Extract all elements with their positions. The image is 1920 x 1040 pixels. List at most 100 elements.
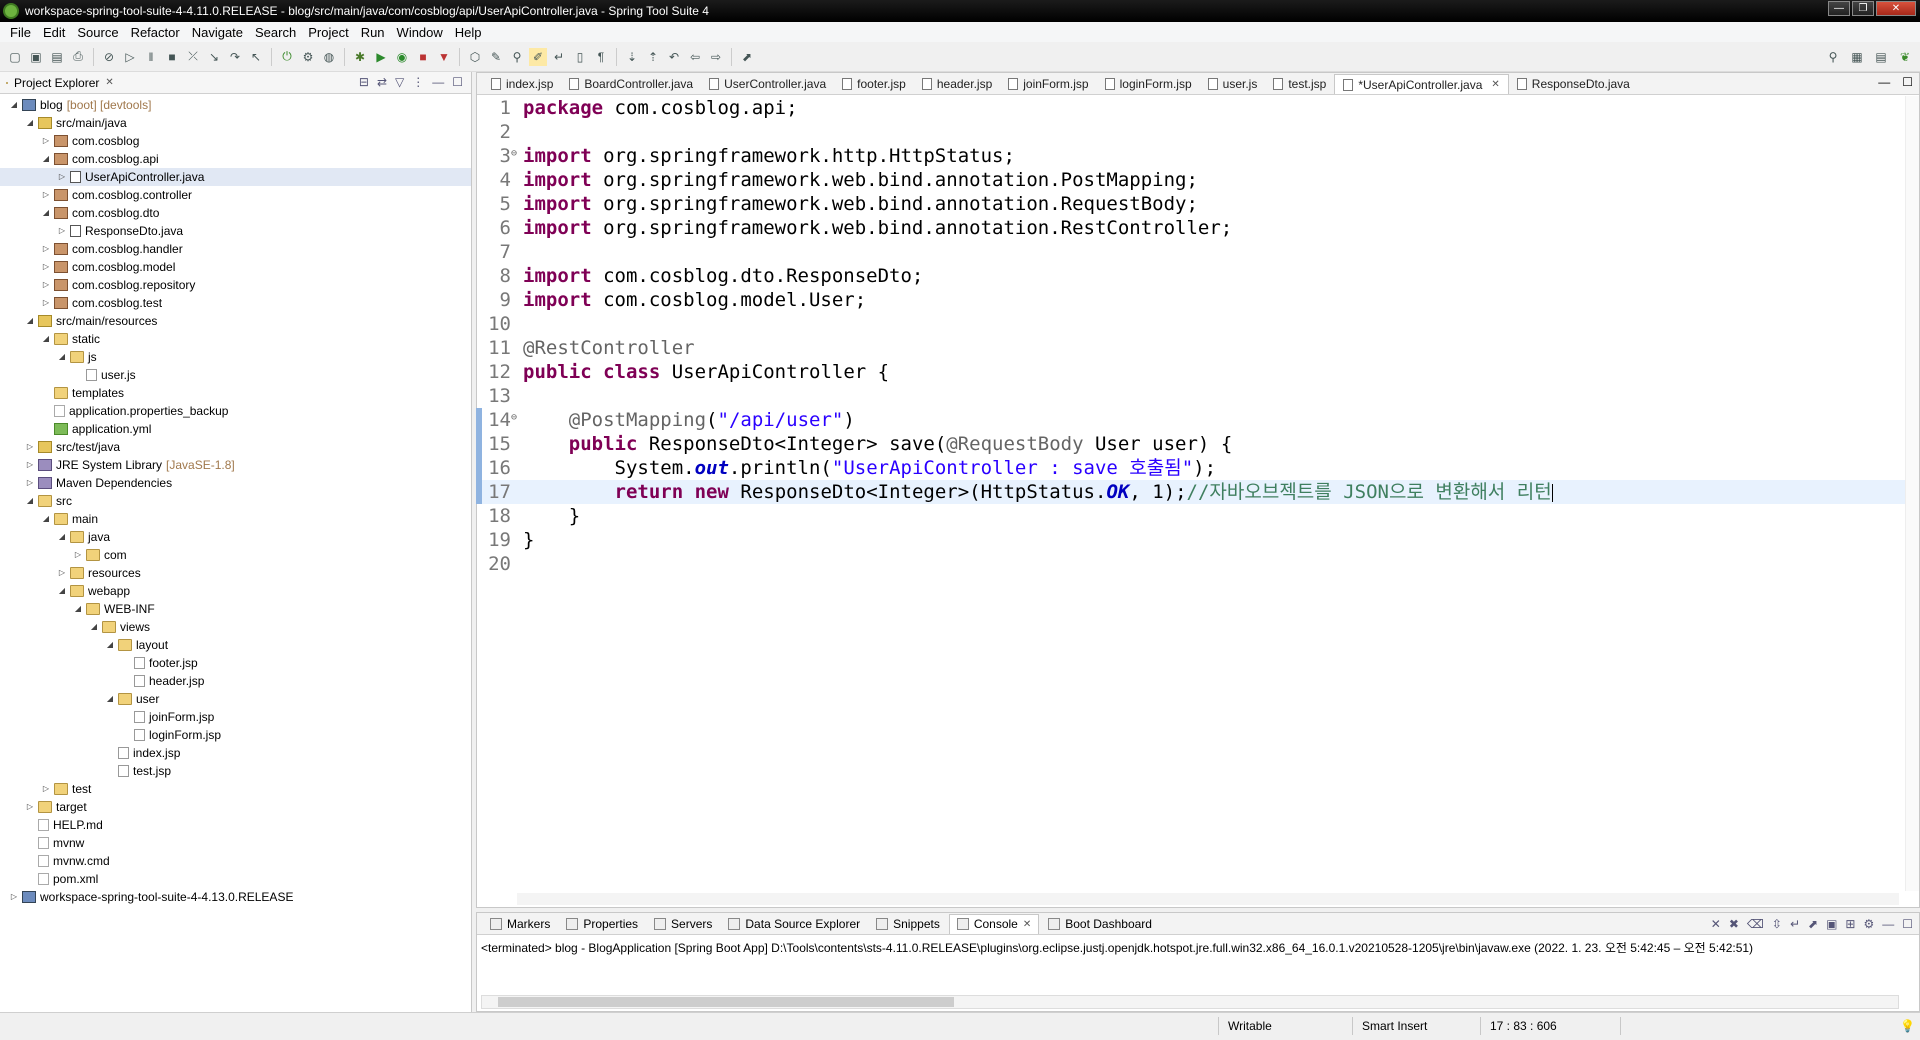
editor-tab[interactable]: header.jsp (914, 74, 1000, 94)
tree-item[interactable]: ◢ com.cosblog.dto (0, 204, 471, 222)
bottom-tab[interactable]: Properties (559, 914, 645, 934)
collapsed-arrow-icon[interactable]: ▷ (24, 438, 36, 456)
tree-item[interactable]: ▷ workspace-spring-tool-suite-4-4.13.0.RE… (0, 888, 471, 906)
maximize-view-icon[interactable]: ☐ (1902, 917, 1913, 931)
code-line[interactable]: 13 (477, 384, 1919, 408)
tree-item[interactable]: loginForm.jsp (0, 726, 471, 744)
block-selection-icon[interactable]: ▯ (571, 48, 589, 66)
code-line[interactable]: 18 } (477, 504, 1919, 528)
tree-item[interactable]: index.jsp (0, 744, 471, 762)
code-line[interactable]: 1 package com.cosblog.api; (477, 96, 1919, 120)
clear-console-icon[interactable]: ⌫ (1747, 917, 1764, 931)
scrollbar-thumb[interactable] (498, 997, 954, 1007)
collapsed-arrow-icon[interactable]: ▷ (56, 222, 68, 240)
console-output[interactable]: <terminated> blog - BlogApplication [Spr… (481, 939, 1753, 956)
bottom-tab[interactable]: Data Source Explorer (721, 914, 867, 934)
expanded-arrow-icon[interactable]: ◢ (56, 348, 68, 366)
back-icon[interactable]: ⇦ (686, 48, 704, 66)
tree-item[interactable]: templates (0, 384, 471, 402)
close-tab-icon[interactable]: ✕ (1023, 919, 1031, 930)
code-line[interactable]: 15 public ResponseDto<Integer> save(@Req… (476, 432, 1919, 456)
tree-item[interactable]: ◢ WEB-INF (0, 600, 471, 618)
terminate-icon[interactable]: ■ (163, 48, 181, 66)
minimize-button[interactable]: — (1828, 1, 1850, 16)
search-icon[interactable]: ⚲ (508, 48, 526, 66)
link-with-editor-icon[interactable]: ⇄ (377, 75, 387, 89)
bottom-tab[interactable]: Servers (647, 914, 719, 934)
close-icon[interactable]: ✕ (105, 77, 113, 88)
save-all-icon[interactable]: ▤ (48, 48, 66, 66)
code-line[interactable]: 17 return new ResponseDto<Integer>(HttpS… (476, 480, 1919, 504)
remove-all-launches-icon[interactable]: ✖ (1729, 917, 1739, 931)
search-icon[interactable]: ⚲ (1824, 48, 1842, 66)
expanded-arrow-icon[interactable]: ◢ (40, 330, 52, 348)
editor-tab[interactable]: UserController.java (701, 74, 834, 94)
open-type-icon[interactable]: ⬡ (466, 48, 484, 66)
code-line[interactable]: 16 System.out.println("UserApiController… (476, 456, 1919, 480)
code-line[interactable]: 4 import org.springframework.web.bind.ann… (477, 168, 1919, 192)
menu-file[interactable]: File (4, 25, 37, 40)
tree-item[interactable]: ◢ blog [boot] [devtools] (0, 96, 471, 114)
tree-item[interactable]: mvnw.cmd (0, 852, 471, 870)
tree-item[interactable]: ◢ user (0, 690, 471, 708)
settings-icon[interactable]: ⚙ (1863, 917, 1874, 931)
code-line[interactable]: 14 ⊖ @PostMapping("/api/user") (476, 408, 1919, 432)
code-line[interactable]: 12 public class UserApiController { (477, 360, 1919, 384)
toggle-mark-occurrences-icon[interactable]: ✐ (529, 47, 547, 66)
expanded-arrow-icon[interactable]: ◢ (104, 636, 116, 654)
step-return-icon[interactable]: ↖ (247, 48, 265, 66)
collapsed-arrow-icon[interactable]: ▷ (40, 780, 52, 798)
menu-edit[interactable]: Edit (37, 25, 71, 40)
editor-vertical-scrollbar[interactable] (1905, 96, 1919, 891)
code-line[interactable]: 3 ⊖ import org.springframework.http.HttpSt… (477, 144, 1919, 168)
collapsed-arrow-icon[interactable]: ▷ (40, 294, 52, 312)
code-line[interactable]: 2 (477, 120, 1919, 144)
save-icon[interactable]: ▣ (27, 48, 45, 66)
restore-button[interactable]: ❐ (1852, 1, 1874, 16)
tree-item[interactable]: pom.xml (0, 870, 471, 888)
code-line[interactable]: 9 import com.cosblog.model.User; (477, 288, 1919, 312)
globe-icon[interactable]: ◍ (320, 48, 338, 66)
open-task-icon[interactable]: ✎ (487, 48, 505, 66)
console-horizontal-scrollbar[interactable] (481, 995, 1899, 1009)
expanded-arrow-icon[interactable]: ◢ (56, 582, 68, 600)
new-spring-starter-icon[interactable]: ⚙ (299, 48, 317, 66)
menu-search[interactable]: Search (249, 25, 302, 40)
tree-item[interactable]: ▷ com.cosblog.controller (0, 186, 471, 204)
pin-console-icon[interactable]: ⬈ (1808, 917, 1818, 931)
tree-item[interactable]: ▷ com.cosblog.model (0, 258, 471, 276)
run-icon[interactable]: ▶ (372, 48, 390, 66)
step-over-icon[interactable]: ↷ (226, 48, 244, 66)
maximize-view-icon[interactable]: ☐ (452, 75, 463, 89)
tree-item[interactable]: ◢ java (0, 528, 471, 546)
menu-source[interactable]: Source (71, 25, 124, 40)
collapsed-arrow-icon[interactable]: ▷ (24, 456, 36, 474)
expanded-arrow-icon[interactable]: ◢ (72, 600, 84, 618)
next-annotation-icon[interactable]: ⇣ (623, 48, 641, 66)
fold-icon[interactable]: ⊖ (511, 142, 517, 166)
tree-item[interactable]: ▷ com.cosblog.test (0, 294, 471, 312)
tree-item[interactable]: ▷ target (0, 798, 471, 816)
tree-item[interactable]: ▷ UserApiController.java (0, 168, 471, 186)
code-line[interactable]: 10 (477, 312, 1919, 336)
display-console-icon[interactable]: ▣ (1826, 917, 1837, 931)
toggle-word-wrap-icon[interactable]: ↵ (550, 48, 568, 66)
tree-item[interactable]: joinForm.jsp (0, 708, 471, 726)
tree-item[interactable]: ◢ webapp (0, 582, 471, 600)
menu-help[interactable]: Help (449, 25, 488, 40)
collapsed-arrow-icon[interactable]: ▷ (56, 168, 68, 186)
new-icon[interactable]: ▢ (6, 48, 24, 66)
editor-tab[interactable]: loginForm.jsp (1097, 74, 1200, 94)
open-console-icon[interactable]: ⊞ (1845, 917, 1855, 931)
previous-annotation-icon[interactable]: ⇡ (644, 48, 662, 66)
open-perspective-icon[interactable]: ▦ (1848, 48, 1866, 66)
collapsed-arrow-icon[interactable]: ▷ (40, 186, 52, 204)
lightbulb-icon[interactable]: 💡 (1900, 1019, 1915, 1033)
editor-tab[interactable]: index.jsp (483, 74, 561, 94)
tree-item[interactable]: ◢ views (0, 618, 471, 636)
expanded-arrow-icon[interactable]: ◢ (56, 528, 68, 546)
close-window-button[interactable]: ✕ (1876, 1, 1916, 16)
menu-run[interactable]: Run (355, 25, 391, 40)
collapsed-arrow-icon[interactable]: ▷ (40, 276, 52, 294)
filter-icon[interactable]: ▽ (395, 75, 404, 89)
